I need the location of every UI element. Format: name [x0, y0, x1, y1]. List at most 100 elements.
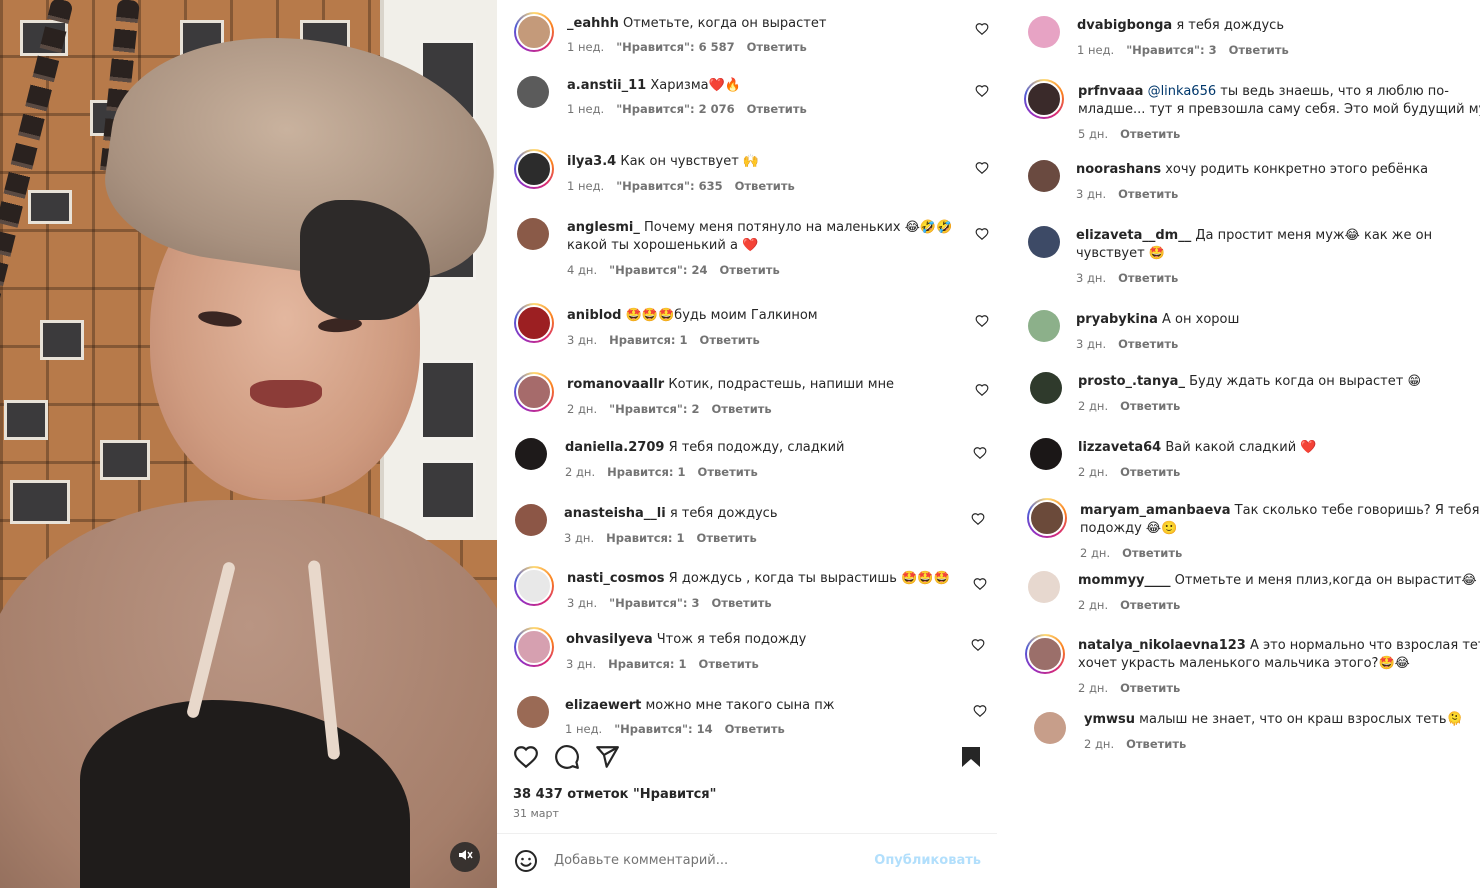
avatar[interactable] [1028, 160, 1060, 192]
avatar[interactable] [1034, 712, 1066, 744]
comment-likes[interactable]: Нравится: 1 [608, 657, 686, 671]
comment-username[interactable]: elizaveta__dm__ [1076, 228, 1191, 243]
avatar[interactable] [514, 627, 554, 667]
like-comment-icon[interactable] [975, 227, 989, 241]
avatar[interactable] [517, 218, 549, 250]
like-comment-icon[interactable] [973, 704, 987, 718]
comment-time[interactable]: 2 дн. [1080, 546, 1110, 560]
comment-likes[interactable]: "Нравится": 24 [609, 263, 707, 277]
publish-button[interactable]: Опубликовать [874, 853, 981, 868]
comment-time[interactable]: 2 дн. [1078, 598, 1108, 612]
comment-time[interactable]: 3 дн. [566, 657, 596, 671]
avatar[interactable] [1024, 79, 1064, 119]
reply-button[interactable]: Ответить [712, 596, 772, 610]
reply-button[interactable]: Ответить [747, 40, 807, 54]
avatar[interactable] [1028, 226, 1060, 258]
reply-button[interactable]: Ответить [1120, 465, 1180, 479]
like-comment-icon[interactable] [975, 84, 989, 98]
comment-likes[interactable]: "Нравится": 2 076 [616, 102, 734, 116]
heart-icon[interactable] [513, 744, 539, 770]
comment-time[interactable]: 2 дн. [1078, 399, 1108, 413]
avatar[interactable] [1030, 372, 1062, 404]
comment-likes[interactable]: "Нравится": 3 [609, 596, 699, 610]
comment-time[interactable]: 2 дн. [567, 402, 597, 416]
avatar[interactable] [514, 12, 554, 52]
like-comment-icon[interactable] [975, 383, 989, 397]
comment-time[interactable]: 3 дн. [564, 531, 594, 545]
avatar[interactable] [514, 149, 554, 189]
bookmark-icon[interactable] [959, 744, 983, 770]
reply-button[interactable]: Ответить [1126, 737, 1186, 751]
reply-button[interactable]: Ответить [697, 531, 757, 545]
comment-username[interactable]: dvabigbonga [1077, 18, 1172, 33]
avatar[interactable] [1028, 571, 1060, 603]
comment-time[interactable]: 3 дн. [1076, 187, 1106, 201]
comment-time[interactable]: 4 дн. [567, 263, 597, 277]
avatar[interactable] [1030, 438, 1062, 470]
reply-button[interactable]: Ответить [725, 722, 785, 736]
comment-username[interactable]: noorashans [1076, 162, 1161, 177]
avatar[interactable] [517, 76, 549, 108]
comment-time[interactable]: 2 дн. [1078, 681, 1108, 695]
mute-button[interactable] [450, 842, 480, 872]
comment-time[interactable]: 2 дн. [1078, 465, 1108, 479]
comment-username[interactable]: ohvasilyeva [566, 632, 653, 647]
comment-username[interactable]: natalya_nikolaevna123 [1078, 638, 1246, 653]
comment-username[interactable]: prosto_.tanya_ [1078, 374, 1185, 389]
avatar[interactable] [1027, 498, 1067, 538]
reply-button[interactable]: Ответить [712, 402, 772, 416]
comment-username[interactable]: ilya3.4 [567, 154, 616, 169]
like-comment-icon[interactable] [973, 577, 987, 591]
reply-button[interactable]: Ответить [1118, 271, 1178, 285]
comment-username[interactable]: anglesmi_ [567, 220, 640, 235]
reply-button[interactable]: Ответить [698, 465, 758, 479]
reply-button[interactable]: Ответить [1120, 399, 1180, 413]
comment-likes[interactable]: Нравится: 1 [607, 465, 685, 479]
comment-username[interactable]: mommyy____ [1078, 573, 1171, 588]
avatar[interactable] [514, 566, 554, 606]
reply-button[interactable]: Ответить [747, 102, 807, 116]
like-comment-icon[interactable] [975, 22, 989, 36]
comment-time[interactable]: 1 нед. [1077, 43, 1114, 57]
comment-likes[interactable]: "Нравится": 14 [614, 722, 712, 736]
reply-button[interactable]: Ответить [699, 657, 759, 671]
reply-button[interactable]: Ответить [1122, 546, 1182, 560]
avatar[interactable] [1025, 634, 1065, 674]
avatar[interactable] [514, 303, 554, 343]
avatar[interactable] [515, 438, 547, 470]
comment-time[interactable]: 3 дн. [567, 596, 597, 610]
comment-input[interactable]: Добавьте комментарий... [554, 853, 728, 868]
avatar[interactable] [1028, 310, 1060, 342]
mention-link[interactable]: @linka656 [1148, 84, 1217, 99]
comment-username[interactable]: aniblod [567, 308, 621, 323]
comment-username[interactable]: anasteisha__li [564, 506, 666, 521]
comment-time[interactable]: 3 дн. [567, 333, 597, 347]
like-comment-icon[interactable] [973, 446, 987, 460]
comment-username[interactable]: romanovaallr [567, 377, 664, 392]
comment-likes[interactable]: "Нравится": 6 587 [616, 40, 734, 54]
comment-time[interactable]: 1 нед. [567, 102, 604, 116]
avatar[interactable] [517, 696, 549, 728]
comment-time[interactable]: 2 дн. [1084, 737, 1114, 751]
comment-likes[interactable]: "Нравится": 3 [1126, 43, 1216, 57]
comment-username[interactable]: lizzaveta64 [1078, 440, 1161, 455]
comment-username[interactable]: prfnvaaa [1078, 84, 1143, 99]
comment-time[interactable]: 2 дн. [565, 465, 595, 479]
reply-button[interactable]: Ответить [700, 333, 760, 347]
comment-username[interactable]: pryabykina [1076, 312, 1158, 327]
like-comment-icon[interactable] [975, 161, 989, 175]
comment-icon[interactable] [554, 744, 580, 770]
comment-likes[interactable]: "Нравится": 635 [616, 179, 722, 193]
reply-button[interactable]: Ответить [1118, 337, 1178, 351]
comment-username[interactable]: elizaewert [565, 698, 641, 713]
reply-button[interactable]: Ответить [1120, 127, 1180, 141]
reply-button[interactable]: Ответить [1120, 598, 1180, 612]
comment-likes[interactable]: "Нравится": 2 [609, 402, 699, 416]
reply-button[interactable]: Ответить [1118, 187, 1178, 201]
reply-button[interactable]: Ответить [720, 263, 780, 277]
comment-time[interactable]: 5 дн. [1078, 127, 1108, 141]
like-comment-icon[interactable] [971, 512, 985, 526]
reply-button[interactable]: Ответить [735, 179, 795, 193]
comment-username[interactable]: daniella.2709 [565, 440, 664, 455]
avatar[interactable] [515, 504, 547, 536]
